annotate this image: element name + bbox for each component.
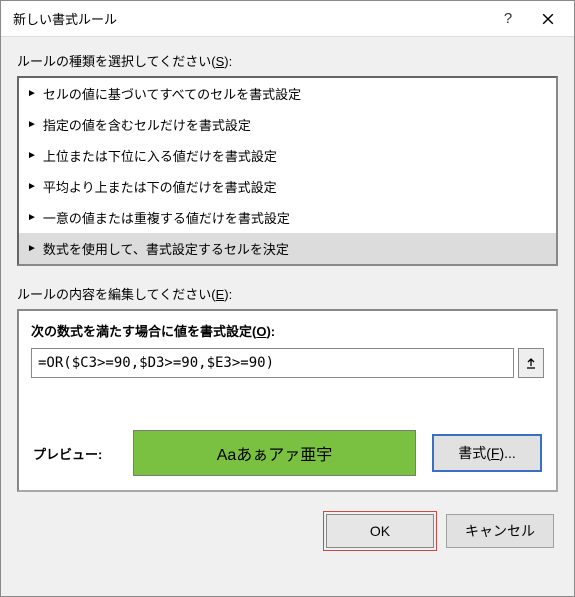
arrow-icon: ► [27, 212, 37, 223]
close-icon [542, 13, 554, 25]
arrow-icon: ► [27, 181, 37, 192]
titlebar: 新しい書式ルール ? [1, 1, 574, 37]
arrow-icon: ► [27, 243, 37, 254]
help-button[interactable]: ? [488, 1, 528, 37]
rule-type-item[interactable]: ►セルの値に基づいてすべてのセルを書式設定 [19, 78, 556, 109]
arrow-icon: ► [27, 150, 37, 161]
formula-label: 次の数式を満たす場合に値を書式設定(O): [31, 321, 544, 340]
edit-rule-box: 次の数式を満たす場合に値を書式設定(O): プレビュー: Aaあぁアァ亜宇 書式… [17, 309, 558, 492]
preview-swatch: Aaあぁアァ亜宇 [133, 430, 416, 476]
rule-type-item[interactable]: ►上位または下位に入る値だけを書式設定 [19, 140, 556, 171]
collapse-icon [525, 357, 537, 369]
format-button[interactable]: 書式(F)... [432, 434, 542, 472]
preview-label: プレビュー: [33, 444, 133, 463]
cancel-button[interactable]: キャンセル [446, 514, 554, 548]
range-picker-button[interactable] [518, 348, 544, 378]
window-title: 新しい書式ルール [13, 9, 488, 28]
edit-rule-label: ルールの内容を編集してください(E): [17, 284, 558, 303]
rule-type-item[interactable]: ►指定の値を含むセルだけを書式設定 [19, 109, 556, 140]
arrow-icon: ► [27, 88, 37, 99]
arrow-icon: ► [27, 119, 37, 130]
ok-button[interactable]: OK [326, 514, 434, 548]
rule-type-label: ルールの種類を選択してください(S): [17, 51, 558, 70]
formula-input[interactable] [31, 348, 514, 378]
rule-type-list[interactable]: ►セルの値に基づいてすべてのセルを書式設定 ►指定の値を含むセルだけを書式設定 … [17, 76, 558, 266]
dialog-content: ルールの種類を選択してください(S): ►セルの値に基づいてすべてのセルを書式設… [1, 37, 574, 564]
rule-type-item[interactable]: ►一意の値または重複する値だけを書式設定 [19, 202, 556, 233]
rule-type-item[interactable]: ►平均より上または下の値だけを書式設定 [19, 171, 556, 202]
rule-type-item-selected[interactable]: ►数式を使用して、書式設定するセルを決定 [19, 233, 556, 264]
close-button[interactable] [528, 1, 568, 37]
